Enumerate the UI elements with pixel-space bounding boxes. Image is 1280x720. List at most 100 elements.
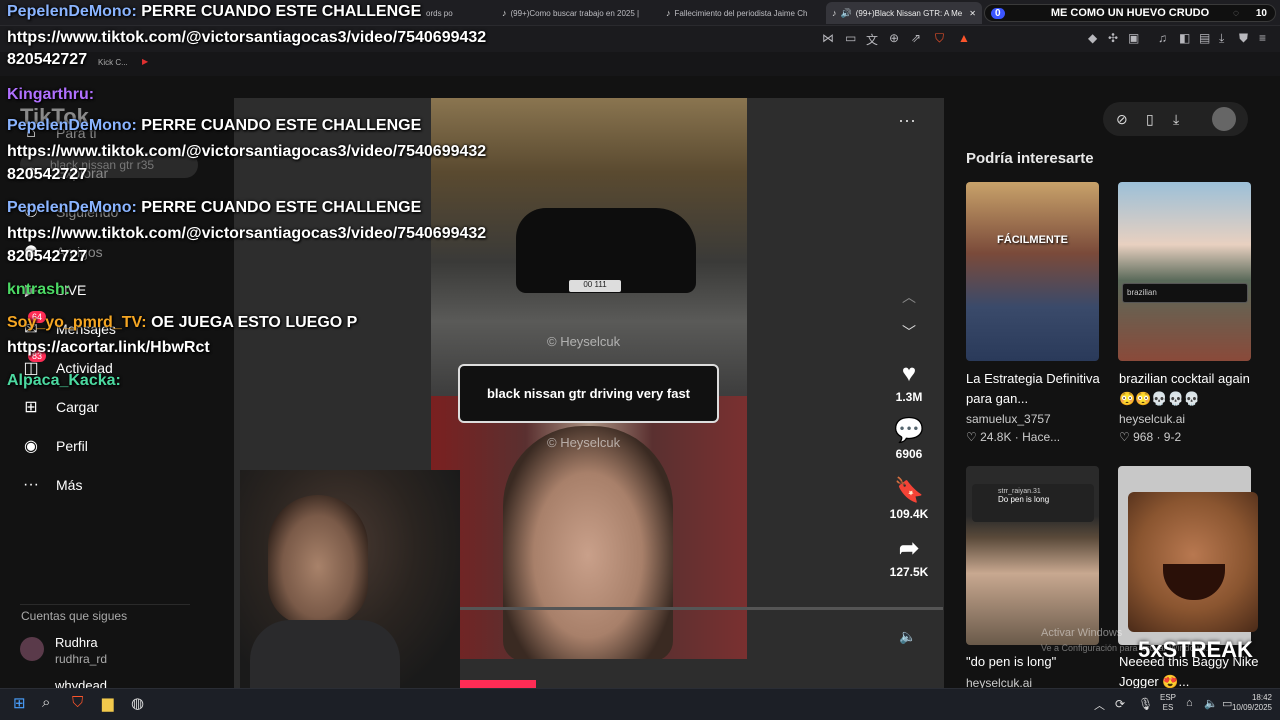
no-tracking-icon[interactable]: ⋈ bbox=[822, 31, 834, 45]
lang-code: ESP bbox=[1160, 693, 1177, 702]
tiktok-icon: ♪ bbox=[832, 8, 837, 18]
share-button[interactable]: ➦ 127.5K bbox=[878, 534, 940, 579]
sidebar-icon[interactable]: ◧ bbox=[1179, 31, 1190, 45]
activate-windows: Activar Windows bbox=[1041, 627, 1123, 639]
like-button[interactable]: ♥ 1.3M bbox=[878, 360, 940, 404]
browser-tab[interactable]: ords po bbox=[420, 2, 490, 24]
download-icon[interactable]: ⤓ bbox=[1173, 111, 1179, 128]
music-right-count: 10 bbox=[1255, 7, 1267, 19]
menu-icon[interactable]: ≡ bbox=[1259, 31, 1266, 45]
comment-count: 6906 bbox=[895, 447, 923, 461]
tab-label: Fallecimiento del periodista Jaime Ch bbox=[674, 8, 808, 18]
screen-icon[interactable]: ▭ bbox=[845, 31, 856, 45]
clock[interactable]: 18:42 10/09/2025 bbox=[1220, 693, 1272, 713]
chat-message: PepelenDeMono: PERRE CUANDO ESTE CHALLEN… bbox=[7, 117, 421, 135]
vpn-icon[interactable]: ⛊ bbox=[1239, 31, 1248, 46]
rec-author[interactable]: heyselcuk.ai bbox=[1119, 412, 1185, 426]
sidebar-item-mas[interactable]: ··· Más bbox=[20, 473, 82, 497]
video-watermark: © Heyselcuk bbox=[547, 435, 621, 450]
save-count: 109.4K bbox=[889, 507, 929, 521]
chat-message: 820542727 bbox=[7, 166, 87, 184]
avatar[interactable] bbox=[1212, 107, 1236, 131]
comment-button[interactable]: 💬 6906 bbox=[878, 416, 940, 461]
rec-title[interactable]: "do pen is long" bbox=[966, 652, 1106, 672]
rec-title[interactable]: brazilian cocktail again 😳😳💀💀💀 bbox=[1119, 369, 1259, 409]
chat-text: OE JUEGA ESTO LUEGO P bbox=[151, 314, 358, 331]
chat-text: https://www.tiktok.com/@victorsantiagoca… bbox=[7, 225, 487, 242]
chat-message: https://acortar.link/HbwRct bbox=[7, 339, 210, 357]
browser-tab[interactable]: ♪ Fallecimiento del periodista Jaime Ch bbox=[660, 2, 820, 24]
rec-thumbnail[interactable]: brazilian bbox=[1118, 182, 1251, 361]
comment-preview: strr_raiyan.31 Do pen is long bbox=[972, 484, 1094, 522]
divider bbox=[20, 604, 190, 605]
chat-message: Soy_yo_pmrd_TV: OE JUEGA ESTO LUEGO P bbox=[7, 314, 357, 332]
rec-thumbnail[interactable]: FÁCILMENTE bbox=[966, 182, 1099, 361]
circle-icon: ◌ bbox=[1233, 7, 1239, 19]
save-button[interactable]: 🔖 109.4K bbox=[878, 476, 940, 521]
network-icon[interactable]: ⟳ bbox=[1115, 697, 1125, 711]
webcam-overlay bbox=[240, 470, 460, 690]
volume-icon[interactable]: 🔈 bbox=[1204, 697, 1218, 710]
comment-user: strr_raiyan.31 bbox=[998, 488, 1041, 495]
windows-start-icon[interactable]: ⊞ bbox=[13, 694, 26, 712]
browser-tab-active[interactable]: ♪ 🔊 (99+)Black Nissan GTR: A Me ✕ bbox=[826, 2, 982, 24]
chevron-up-icon[interactable]: ︿ bbox=[902, 287, 916, 307]
wallet-icon[interactable]: ▤ bbox=[1199, 31, 1210, 45]
brave-rewards-icon[interactable]: ▲ bbox=[958, 31, 970, 45]
search-icon[interactable]: ⌕ bbox=[42, 694, 50, 711]
coin-icon[interactable]: ⊘ bbox=[1116, 111, 1128, 128]
mic-icon[interactable]: 🎙 bbox=[1138, 697, 1153, 711]
following-name[interactable]: Rudhra bbox=[55, 635, 98, 650]
chat-message: https://www.tiktok.com/@victorsantiagoca… bbox=[7, 29, 486, 47]
close-tab-icon[interactable]: ✕ bbox=[969, 9, 976, 18]
chat-username: kntrash: bbox=[7, 281, 71, 298]
app-icon[interactable]: ◍ bbox=[131, 694, 144, 712]
video-watermark: © Heyselcuk bbox=[547, 334, 621, 349]
puzzle-icon[interactable]: ✣ bbox=[1108, 31, 1118, 45]
more-options-icon[interactable]: ··· bbox=[898, 110, 916, 131]
language-indicator[interactable]: ESP ES bbox=[1160, 693, 1176, 713]
chat-message: https://www.tiktok.com/@victorsantiagoca… bbox=[7, 225, 486, 243]
rec-thumbnail[interactable]: strr_raiyan.31 Do pen is long bbox=[966, 466, 1099, 645]
volume-icon[interactable]: 🔈 bbox=[899, 628, 916, 645]
face-shape bbox=[503, 426, 673, 659]
brave-icon[interactable]: ⛉ bbox=[72, 694, 83, 711]
music-icon[interactable]: ♫ bbox=[1158, 31, 1167, 45]
sidebar-item-cargar[interactable]: ⊞ Cargar bbox=[20, 395, 99, 419]
chat-message: PepelenDeMono: PERRE CUANDO ESTE CHALLEN… bbox=[7, 3, 421, 21]
following-handle: rudhra_rd bbox=[55, 652, 108, 666]
sidebar-item-perfil[interactable]: ◉ Perfil bbox=[20, 434, 88, 458]
chat-username: Kingarthru: bbox=[7, 86, 95, 103]
mouth-shape bbox=[1163, 564, 1225, 600]
share-icon[interactable]: ⇗ bbox=[911, 31, 921, 45]
youtube-icon[interactable]: ▶ bbox=[142, 57, 148, 66]
rec-author[interactable]: samuelux_3757 bbox=[966, 412, 1051, 426]
chat-message: https://www.tiktok.com/@victorsantiagoca… bbox=[7, 143, 486, 161]
extension-icon[interactable]: ◆ bbox=[1088, 31, 1097, 45]
download-icon[interactable]: ⤓ bbox=[1219, 31, 1224, 46]
translate-icon[interactable]: 文 bbox=[866, 31, 878, 48]
network-wifi-icon[interactable]: ⌂ bbox=[1186, 697, 1193, 709]
chat-message: 820542727 bbox=[7, 248, 87, 266]
tray-arrow-icon[interactable]: ︿ bbox=[1094, 697, 1105, 713]
clock-date: 10/09/2025 bbox=[1231, 703, 1272, 712]
phone-icon[interactable]: ▯ bbox=[1146, 111, 1154, 128]
clock-time: 18:42 bbox=[1251, 693, 1272, 702]
rec-title[interactable]: La Estrategia Definitiva para gan... bbox=[966, 369, 1106, 409]
brave-shield-icon[interactable]: ⛉ bbox=[935, 31, 944, 46]
avatar[interactable] bbox=[20, 637, 44, 661]
video-caption: black nissan gtr driving very fast bbox=[458, 364, 719, 423]
chat-text: 820542727 bbox=[7, 51, 88, 68]
chevron-down-icon[interactable]: ﹀ bbox=[902, 322, 916, 342]
more-icon: ··· bbox=[23, 476, 39, 493]
tab-label: (99+)Black Nissan GTR: A Me bbox=[855, 8, 963, 18]
chat-username: Alpaca_Kacka: bbox=[7, 372, 121, 389]
zoom-icon[interactable]: ⊕ bbox=[889, 31, 899, 45]
screenshot-icon[interactable]: ▣ bbox=[1128, 31, 1139, 45]
chat-username: Soy_yo_pmrd_TV: bbox=[7, 314, 147, 331]
rec-stats: ♡ 968 · 9-2 bbox=[1119, 430, 1182, 444]
thumb-overlay: FÁCILMENTE bbox=[997, 234, 1068, 246]
browser-tab[interactable]: ♪ (99+)Como buscar trabajo en 2025 | bbox=[496, 2, 654, 24]
folder-icon[interactable]: ▆ bbox=[102, 694, 114, 712]
bookmark-kick[interactable]: Kick C... bbox=[98, 58, 128, 67]
